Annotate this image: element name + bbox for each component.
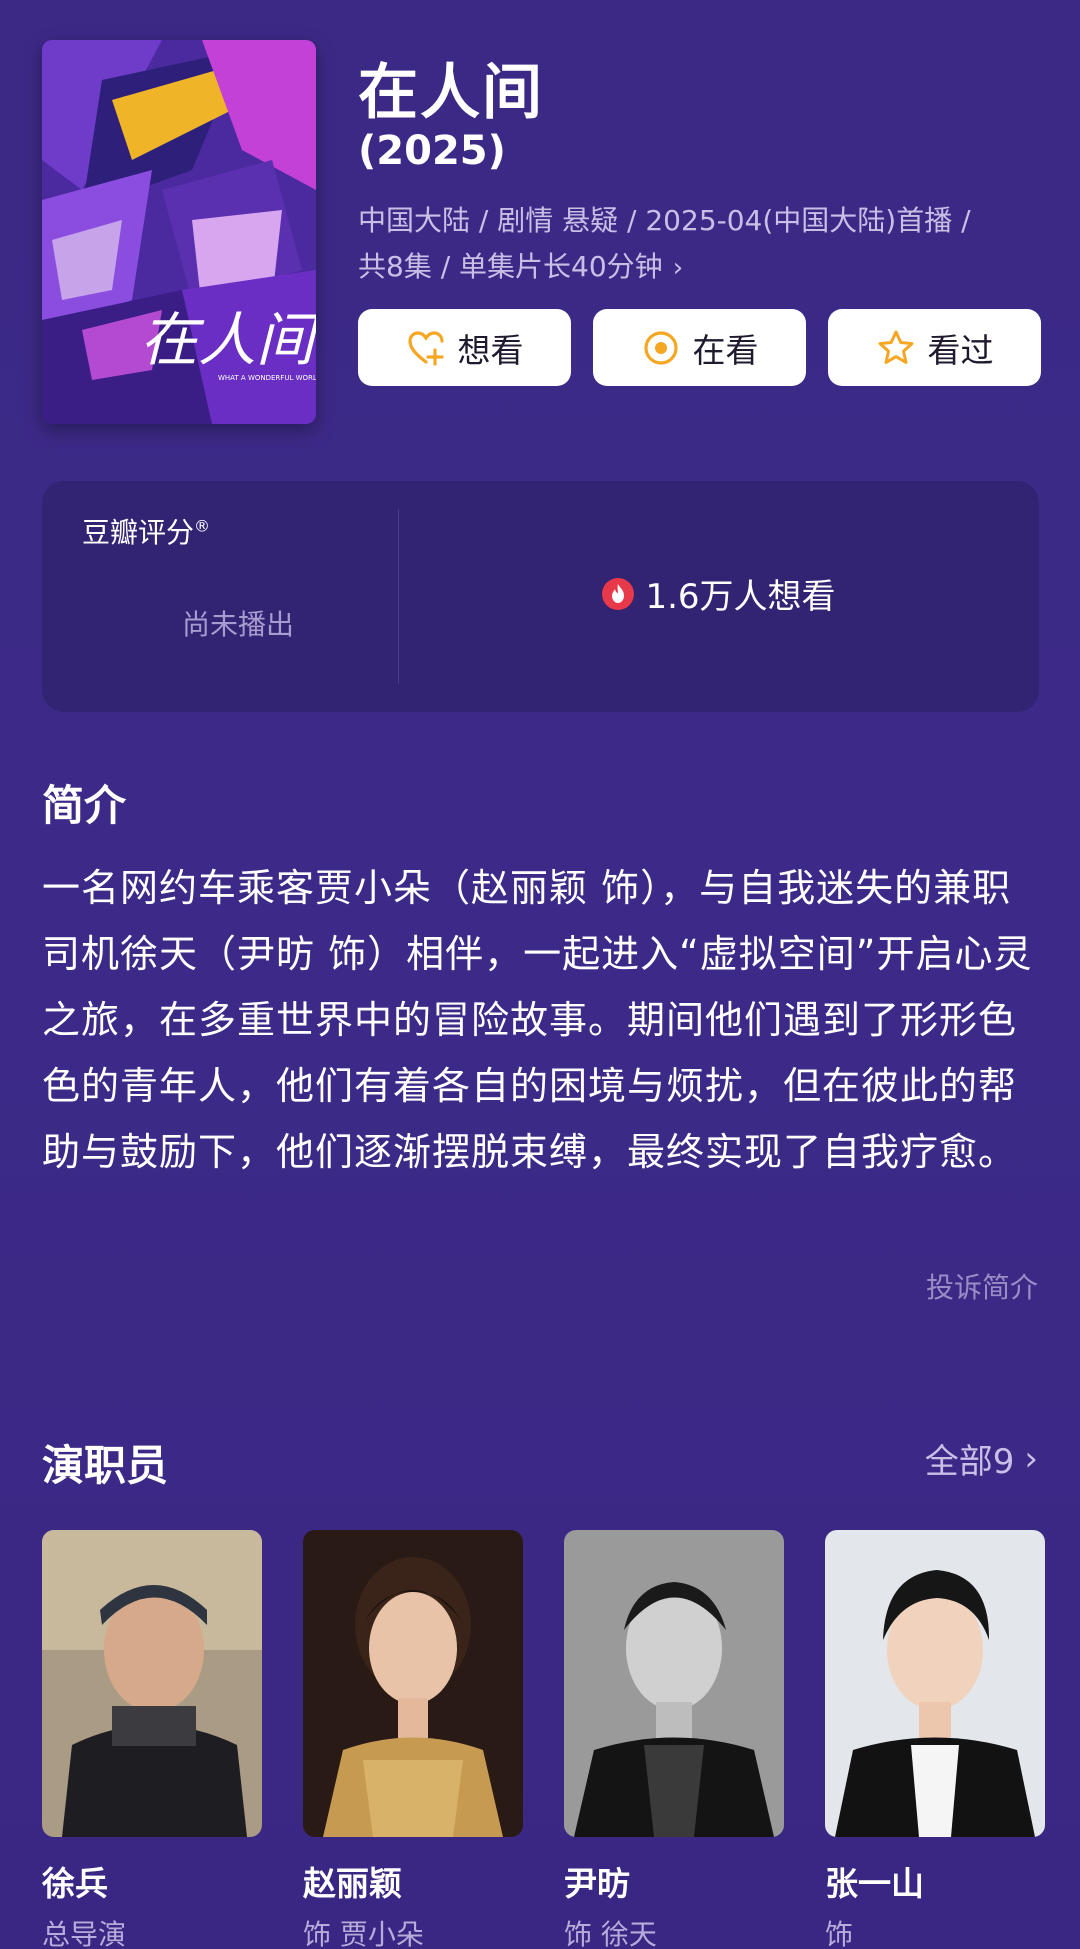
cast-all-label: 全部9 [924,1442,1015,1482]
cast-photo [303,1530,523,1837]
cast-role: 饰 [825,1918,854,1949]
watched-label: 看过 [927,330,994,370]
synopsis-text: 一名网约车乘客贾小朵（赵丽颖 饰），与自我迷失的兼职司机徐天（尹昉 饰）相伴，一… [42,866,1033,1174]
cast-photo [564,1530,784,1837]
meta-line-1: 中国大陆 / 剧情 悬疑 / 2025-04(中国大陆)首播 / [358,204,971,237]
want-count[interactable]: 1.6万人想看 [398,569,1039,618]
meta-line-2-wrap: 共8集 / 单集片长40分钟 › [358,244,1038,291]
watched-button[interactable]: 看过 [828,309,1041,386]
rating-status: 尚未播出 [182,608,295,641]
fire-icon [602,577,635,610]
poster-title-text: 在人间 [140,306,316,374]
action-buttons: 想看 在看 看过 [358,309,1041,386]
person-photo [564,1530,784,1837]
movie-detail-page: 在人间 WHAT A WONDERFUL WORLD 在人间 (2025) 中国… [0,0,1080,1949]
cast-list: 徐兵 总导演 赵丽颖 饰 贾小朵 尹昉 饰 徐天 张一山 饰 [42,1530,1045,1949]
douban-rating-title: 豆瓣评分® [82,511,210,551]
poster-artwork: 在人间 WHAT A WONDERFUL WORLD [42,40,316,424]
cast-card[interactable]: 张一山 饰 [825,1530,1045,1949]
cast-heading: 演职员 [42,1441,169,1490]
page-title: 在人间 [358,58,544,128]
person-photo [303,1530,523,1837]
chevron-right-icon: › [672,253,684,283]
meta-line-2: 共8集 / 单集片长40分钟 [358,250,663,283]
cast-name: 徐兵 [42,1864,108,1903]
cast-all-link[interactable]: 全部9 › [925,1434,1038,1483]
report-synopsis-link[interactable]: 投诉简介 [926,1266,1038,1306]
registered-mark: ® [194,516,211,536]
watching-button[interactable]: 在看 [593,309,806,386]
star-icon [878,330,913,364]
cast-card[interactable]: 尹昉 饰 徐天 [564,1530,784,1949]
want-to-watch-label: 想看 [457,330,524,370]
release-year: (2025) [358,128,506,174]
cast-photo [825,1530,1045,1837]
cast-role: 总导演 [42,1918,127,1949]
watching-label: 在看 [692,330,759,370]
heart-plus-icon [407,330,444,366]
poster-subtitle-text: WHAT A WONDERFUL WORLD [218,374,316,382]
dot-circle-icon [643,330,678,365]
person-photo [825,1530,1045,1837]
cast-role: 饰 徐天 [564,1918,657,1949]
cast-name: 尹昉 [564,1864,630,1903]
chevron-right-icon: › [1024,1438,1038,1479]
person-photo [42,1530,262,1837]
cast-photo [42,1530,262,1837]
meta-info[interactable]: 中国大陆 / 剧情 悬疑 / 2025-04(中国大陆)首播 / 共8集 / 单… [358,198,1038,291]
rating-card[interactable]: 豆瓣评分® 尚未播出 1.6万人想看 [42,481,1039,712]
cast-role: 饰 贾小朵 [303,1918,424,1949]
cast-name: 张一山 [825,1864,924,1903]
poster-image[interactable]: 在人间 WHAT A WONDERFUL WORLD [42,40,316,424]
synopsis-heading: 简介 [42,781,127,830]
rating-title-text: 豆瓣评分 [82,516,195,549]
want-count-text: 1.6万人想看 [645,577,836,617]
cast-card[interactable]: 徐兵 总导演 [42,1530,262,1949]
cast-name: 赵丽颖 [303,1864,402,1903]
cast-card[interactable]: 赵丽颖 饰 贾小朵 [303,1530,523,1949]
want-to-watch-button[interactable]: 想看 [358,309,571,386]
